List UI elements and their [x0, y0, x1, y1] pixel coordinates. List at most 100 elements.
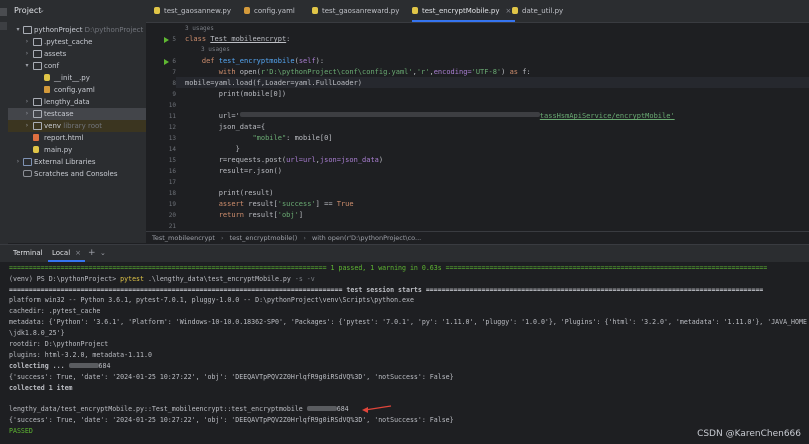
- tree-item-config-yaml[interactable]: config.yaml: [8, 84, 146, 96]
- folder-icon: [33, 62, 42, 70]
- tree-item-pythonproject[interactable]: ▾ pythonProject D:\pythonProject: [8, 24, 146, 36]
- tree-item-pytest-cache[interactable]: › .pytest_cache: [8, 36, 146, 48]
- line-number: 14: [168, 146, 176, 153]
- expand-arrow-icon[interactable]: ›: [23, 108, 31, 120]
- tree-item-external-libraries[interactable]: › External Libraries: [8, 156, 146, 168]
- python-file-icon: [412, 7, 418, 14]
- line-number: 15: [168, 157, 176, 164]
- tab-config-yaml[interactable]: config.yaml: [244, 0, 295, 22]
- tree-item-testcase[interactable]: › testcase: [8, 108, 146, 120]
- tab-test-gaosannew[interactable]: test_gaosannew.py: [154, 0, 231, 22]
- code-line: r=requests.post(url=url,json=json_data): [218, 156, 384, 164]
- breadcrumb-item[interactable]: test_encryptmobile(): [230, 234, 298, 242]
- terminal-line: rootdir: D:\pythonProject: [9, 340, 109, 348]
- tree-item-hint: D:\pythonProject: [84, 26, 144, 34]
- terminal-line: ========================================…: [9, 264, 768, 272]
- tree-item-scratches[interactable]: Scratches and Consoles: [8, 168, 146, 180]
- code-line: with open(r'D:\pythonProject\conf\config…: [218, 68, 531, 76]
- tree-item-assets[interactable]: › assets: [8, 48, 146, 60]
- tree-item-main-py[interactable]: main.py: [8, 144, 146, 156]
- tree-item-label: __init__.py: [54, 74, 90, 82]
- tab-label: date_util.py: [522, 7, 564, 15]
- breadcrumb: Test_mobileencrypt › test_encryptmobile() ›…: [146, 231, 809, 244]
- project-panel-title[interactable]: Project: [14, 6, 41, 15]
- tree-item-label: pythonProject: [34, 26, 83, 34]
- breadcrumb-item[interactable]: Test_mobileencrypt: [152, 234, 215, 242]
- redacted-url: [239, 112, 540, 117]
- tab-local-terminal[interactable]: Local ×: [48, 245, 86, 262]
- chevron-right-icon: ›: [303, 234, 306, 242]
- breadcrumb-item[interactable]: with open(r'D:\pythonProject\co...: [312, 234, 421, 242]
- tab-label: test_gaosannew.py: [164, 7, 231, 15]
- run-test-icon[interactable]: [164, 37, 169, 43]
- line-number: 11: [168, 113, 176, 120]
- terminal-line: (venv) PS D:\pythonProject> pytest .\len…: [9, 275, 315, 283]
- editor-tab-bar: test_gaosannew.py config.yaml test_gaosa…: [146, 0, 809, 23]
- yaml-file-icon: [44, 86, 50, 93]
- tree-item-report-html[interactable]: report.html: [8, 132, 146, 144]
- tree-item-init-py[interactable]: __init__.py: [8, 72, 146, 84]
- expand-arrow-icon[interactable]: ›: [23, 120, 31, 132]
- tree-item-label: External Libraries: [34, 158, 96, 166]
- tree-item-venv[interactable]: › venv library root: [8, 120, 146, 132]
- folder-icon: [33, 38, 42, 46]
- expand-arrow-icon[interactable]: ›: [23, 96, 31, 108]
- usages-hint[interactable]: 3 usages: [201, 46, 230, 53]
- terminal-line: PASSED: [9, 427, 33, 435]
- tab-test-gaosanreward[interactable]: test_gaosanreward.py: [312, 0, 399, 22]
- project-tool-icon[interactable]: [0, 8, 7, 16]
- code-line: json_data={: [218, 123, 266, 131]
- line-number: 17: [168, 179, 176, 186]
- chevron-down-icon[interactable]: ⌄: [39, 6, 45, 14]
- chevron-down-icon[interactable]: ⌄: [100, 249, 106, 257]
- terminal-line: cachedir: .pytest_cache: [9, 307, 101, 315]
- chevron-right-icon: ›: [220, 234, 224, 242]
- terminal-line: {'success': True, 'date': '2024-01-25 10…: [9, 373, 454, 381]
- folder-icon: [33, 50, 42, 58]
- tree-item-conf[interactable]: ▾ conf: [8, 60, 146, 72]
- terminal-line: metadata: {'Python': '3.6.1', 'Platform'…: [9, 318, 807, 326]
- expand-arrow-icon[interactable]: ›: [23, 48, 31, 60]
- close-icon[interactable]: ×: [506, 7, 512, 15]
- tree-item-label: venv: [44, 122, 62, 130]
- usages-hint[interactable]: 3 usages: [185, 25, 214, 32]
- tree-item-label: main.py: [44, 146, 73, 154]
- add-icon[interactable]: +: [88, 248, 96, 258]
- code-line: mobile=yaml.load(f,Loader=yaml.FullLoade…: [185, 79, 363, 87]
- tree-item-label: testcase: [44, 110, 74, 118]
- line-number: 19: [168, 201, 176, 208]
- tree-item-lengthy-data[interactable]: › lengthy_data: [8, 96, 146, 108]
- folder-icon: [23, 26, 32, 34]
- code-line: class Test_mobileencrypt:: [185, 35, 291, 43]
- line-number: 12: [168, 124, 176, 131]
- code-editor[interactable]: 5 6 7 8 9 10 11 12 13 14 15 16 17 18 19 …: [146, 23, 809, 231]
- code-line: print(mobile[0]): [218, 90, 287, 98]
- terminal-line: ========================================…: [9, 286, 764, 294]
- tab-date-util[interactable]: date_util.py: [512, 0, 563, 22]
- code-line: url=' tassHsmApiService/encryptMobile': [218, 112, 675, 120]
- tree-item-label: report.html: [44, 134, 84, 142]
- tab-label: test_encryptMobile.py: [422, 7, 500, 15]
- terminal-panel: Terminal Local × + ⌄: [0, 244, 809, 444]
- run-test-icon[interactable]: [164, 59, 169, 65]
- expand-arrow-icon[interactable]: ▾: [14, 24, 22, 36]
- expand-arrow-icon[interactable]: ›: [23, 36, 31, 48]
- python-file-icon: [512, 7, 518, 14]
- redacted-text: [306, 406, 337, 411]
- expand-arrow-icon[interactable]: ▾: [23, 60, 31, 72]
- line-number-gutter: 5 6 7 8 9 10 11 12 13 14 15 16 17 18 19 …: [146, 23, 176, 231]
- terminal-line: {'success': True, 'date': '2024-01-25 10…: [9, 416, 454, 424]
- tree-item-label: config.yaml: [54, 86, 95, 94]
- html-file-icon: [33, 134, 39, 141]
- tab-test-encryptmobile[interactable]: test_encryptMobile.py ×: [412, 0, 516, 22]
- redacted-text: [68, 363, 99, 368]
- commit-tool-icon[interactable]: [0, 22, 7, 30]
- code-line: "mobile": mobile[0]: [252, 134, 333, 142]
- tree-item-label: conf: [44, 62, 60, 70]
- python-file-icon: [154, 7, 160, 14]
- terminal-line: platform win32 -- Python 3.6.1, pytest-7…: [9, 296, 414, 304]
- tree-item-label: lengthy_data: [44, 98, 90, 106]
- close-icon[interactable]: ×: [75, 249, 81, 257]
- line-number: 16: [168, 168, 176, 175]
- expand-arrow-icon[interactable]: ›: [14, 156, 22, 168]
